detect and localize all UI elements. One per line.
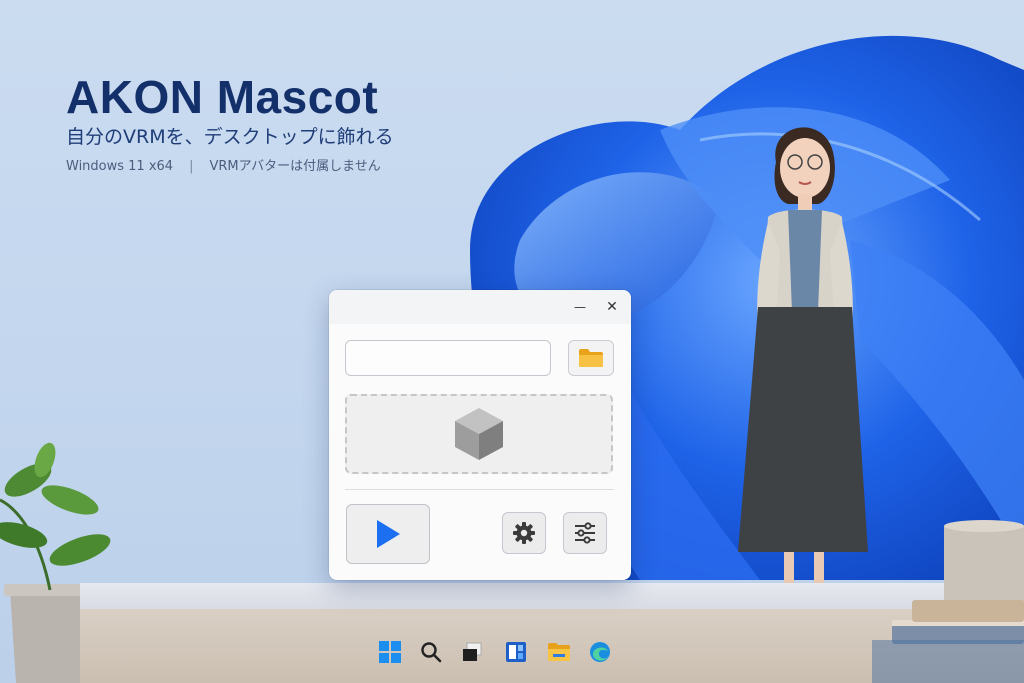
divider xyxy=(345,489,614,490)
taskbar-edge[interactable] xyxy=(583,628,617,676)
taskbar-task-view[interactable] xyxy=(455,628,489,676)
window-titlebar[interactable]: — ✕ xyxy=(329,290,631,324)
minimize-icon: — xyxy=(574,300,586,314)
taskbar-start[interactable] xyxy=(373,628,407,676)
page-title: AKON Mascot xyxy=(66,71,379,123)
gear-icon xyxy=(513,522,535,544)
folder-icon xyxy=(579,349,603,367)
page-subtitle: 自分のVRMを、デスクトップに飾れる xyxy=(66,126,394,148)
taskbar-file-explorer[interactable] xyxy=(542,628,576,676)
taskbar-search[interactable] xyxy=(414,628,448,676)
close-button[interactable]: ✕ xyxy=(597,294,627,320)
cube-icon xyxy=(455,408,503,460)
taskbar xyxy=(80,628,980,676)
widgets-icon xyxy=(506,642,526,662)
edge-browser-icon xyxy=(590,642,610,662)
platform-info: Windows 11 x64 | VRMアバターは付属しません xyxy=(66,155,381,174)
task-view-icon xyxy=(463,642,482,661)
play-icon xyxy=(377,520,400,548)
taskbar-widgets[interactable] xyxy=(499,628,533,676)
settings-button[interactable] xyxy=(502,512,546,554)
close-icon: ✕ xyxy=(606,299,618,315)
sliders-icon xyxy=(575,522,595,544)
meta-separator: | xyxy=(189,159,194,174)
adjust-sliders-button[interactable] xyxy=(563,512,607,554)
windows-start-icon xyxy=(379,641,401,663)
vrm-drop-zone[interactable] xyxy=(345,394,613,474)
platform-label: Windows 11 x64 xyxy=(66,159,174,174)
vrm-mascot-character xyxy=(738,127,868,610)
play-button[interactable] xyxy=(346,504,430,564)
avatar-notice: VRMアバターは付属しません xyxy=(209,159,381,174)
app-window: — ✕ xyxy=(329,290,631,580)
search-icon xyxy=(421,642,442,663)
vrm-path-input[interactable] xyxy=(345,340,551,376)
desktop: AKON Mascot 自分のVRMを、デスクトップに飾れる Windows 1… xyxy=(0,0,1024,683)
browse-folder-button[interactable] xyxy=(568,340,614,376)
minimize-button[interactable]: — xyxy=(565,294,595,320)
file-explorer-icon xyxy=(548,643,570,661)
